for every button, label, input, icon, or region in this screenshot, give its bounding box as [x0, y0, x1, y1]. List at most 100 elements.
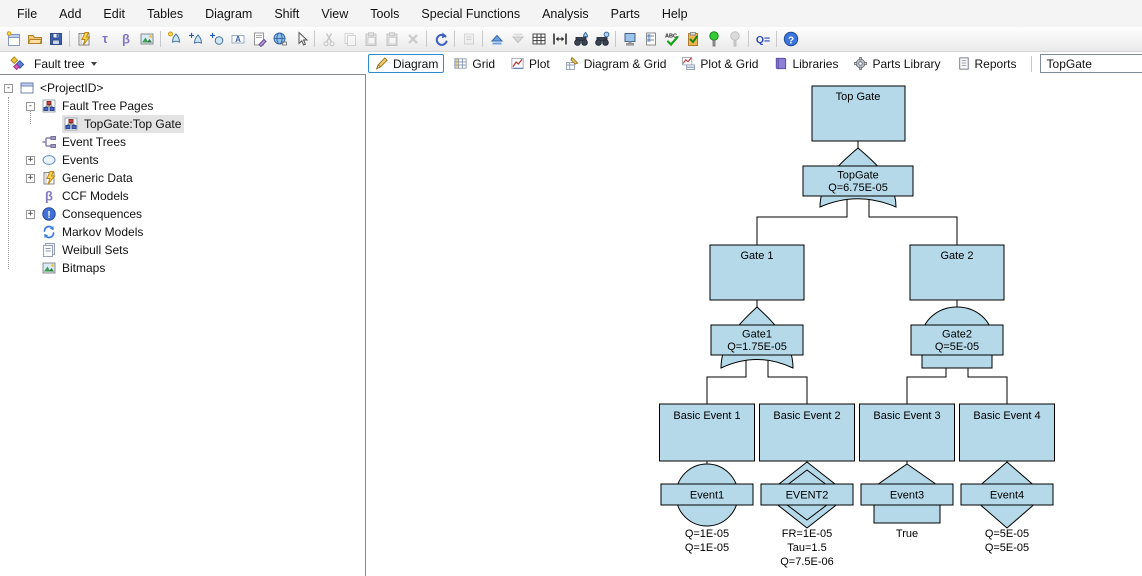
tree-item-weibull-sets[interactable]: Weibull Sets: [0, 241, 365, 259]
new-document-button[interactable]: [3, 28, 24, 50]
grid-button[interactable]: [528, 28, 549, 50]
page-selector-value: TopGate: [1047, 57, 1092, 71]
beta-button[interactable]: β: [115, 28, 136, 50]
menu-file[interactable]: File: [6, 2, 48, 26]
hyperlink-button[interactable]: [269, 28, 290, 50]
event-result-text: Q=7.5E-06: [780, 556, 834, 568]
tree-item-event-trees[interactable]: Event Trees: [0, 133, 365, 151]
tab-diagram[interactable]: Diagram: [368, 54, 444, 73]
toolbar: τβ ++ A ABC Q=?: [0, 27, 1142, 52]
open-project-button[interactable]: [24, 28, 45, 50]
status-green-button[interactable]: [703, 28, 724, 50]
fault-tree-diagram[interactable]: Top GateTopGateQ=6.75E-05Gate 1Gate1Q=1.…: [366, 75, 1142, 576]
move-down-button[interactable]: [507, 28, 528, 50]
tree-item-bitmaps[interactable]: Bitmaps: [0, 259, 365, 277]
menu-parts[interactable]: Parts: [600, 2, 651, 26]
tab-plot[interactable]: Plot: [504, 54, 556, 73]
expand-toggle[interactable]: +: [26, 156, 35, 165]
add-gate-special-button[interactable]: [164, 28, 185, 50]
add-event-button[interactable]: +: [206, 28, 227, 50]
add-text-button[interactable]: A: [227, 28, 248, 50]
tree-item-label: CCF Models: [62, 189, 129, 203]
expand-toggle[interactable]: +: [26, 210, 35, 219]
add-gate-button[interactable]: +: [185, 28, 206, 50]
tree-item-consequences[interactable]: +!Consequences: [0, 205, 365, 223]
toolbar-separator: [314, 31, 315, 47]
tab-label: Parts Library: [872, 57, 940, 71]
menu-shift[interactable]: Shift: [263, 2, 310, 26]
report-options-button[interactable]: [640, 28, 661, 50]
paste-button[interactable]: [360, 28, 381, 50]
tab-grid[interactable]: Grid: [447, 54, 501, 73]
save-button[interactable]: [45, 28, 66, 50]
verification-button[interactable]: [682, 28, 703, 50]
tree-item-fault-tree-pages[interactable]: -Fault Tree Pages: [0, 97, 365, 115]
hyperlink-icon: [272, 31, 288, 47]
spell-check-button[interactable]: ABC: [661, 28, 682, 50]
tab-parts-library[interactable]: Parts Library: [847, 54, 946, 73]
page-label-top-gate: Top Gate: [836, 91, 881, 103]
menu-add[interactable]: Add: [48, 2, 92, 26]
tree-item-ccf-models[interactable]: β CCF Models: [0, 187, 365, 205]
toolbar-separator: [160, 31, 161, 47]
weibull-icon: [40, 242, 58, 258]
collapse-toggle[interactable]: -: [26, 102, 35, 111]
tau-button[interactable]: τ: [94, 28, 115, 50]
fit-width-button[interactable]: [549, 28, 570, 50]
menu-diagram[interactable]: Diagram: [194, 2, 263, 26]
menu-help[interactable]: Help: [651, 2, 699, 26]
plot-grid-tab-icon: [681, 56, 696, 71]
tree-item-projectid[interactable]: -<ProjectID>: [0, 79, 365, 97]
page-selector[interactable]: TopGate: [1040, 54, 1142, 73]
properties-button[interactable]: [458, 28, 479, 50]
tree-item-generic-data[interactable]: +Generic Data: [0, 169, 365, 187]
pointer-button[interactable]: [290, 28, 311, 50]
tree-item-label: Events: [62, 153, 99, 167]
analysis-options-button[interactable]: [619, 28, 640, 50]
tree-guide: [30, 111, 31, 124]
tab-label: Plot & Grid: [700, 57, 758, 71]
bitmap-button[interactable]: [136, 28, 157, 50]
copy-button[interactable]: [339, 28, 360, 50]
move-up-button[interactable]: [486, 28, 507, 50]
tree-item-markov-models[interactable]: Markov Models: [0, 223, 365, 241]
tab-label: Diagram & Grid: [584, 57, 667, 71]
view-bar: Fault tree DiagramGridPlot Diagram & Grid…: [0, 52, 1142, 75]
transfer-page-icon: [251, 31, 267, 47]
svg-text:β: β: [45, 189, 53, 204]
delete-button[interactable]: [402, 28, 423, 50]
calculate-q-button[interactable]: Q=: [752, 28, 773, 50]
generic-data-editor-button[interactable]: [73, 28, 94, 50]
menu-edit[interactable]: Edit: [92, 2, 136, 26]
tree-item-body: β CCF Models: [40, 187, 132, 205]
expand-toggle[interactable]: +: [26, 174, 35, 183]
find-event-button[interactable]: [591, 28, 612, 50]
fault-tree-mode-button[interactable]: Fault tree: [0, 52, 105, 75]
find-gate-button[interactable]: [570, 28, 591, 50]
menu-view[interactable]: View: [310, 2, 359, 26]
menu-special-functions[interactable]: Special Functions: [410, 2, 531, 26]
tree-item-topgate-top-gate[interactable]: TopGate:Top Gate: [0, 115, 365, 133]
cut-button[interactable]: [318, 28, 339, 50]
paste-special-button[interactable]: [381, 28, 402, 50]
help-button[interactable]: ?: [780, 28, 801, 50]
menu-tables[interactable]: Tables: [136, 2, 194, 26]
undo-button[interactable]: [430, 28, 451, 50]
status-gray-button[interactable]: [724, 28, 745, 50]
menu-tools[interactable]: Tools: [359, 2, 410, 26]
menu-analysis[interactable]: Analysis: [531, 2, 600, 26]
svg-text:+: +: [209, 31, 215, 42]
diagram-canvas[interactable]: Top GateTopGateQ=6.75E-05Gate 1Gate1Q=1.…: [366, 75, 1142, 576]
svg-text:Q=: Q=: [755, 34, 769, 46]
collapse-toggle[interactable]: -: [4, 84, 13, 93]
tab-plot-grid[interactable]: Plot & Grid: [675, 54, 764, 73]
tab-diagram-grid[interactable]: Diagram & Grid: [559, 54, 673, 73]
gate-name-gate2: Gate2: [942, 329, 972, 341]
transfer-page-button[interactable]: [248, 28, 269, 50]
tab-reports[interactable]: Reports: [950, 54, 1023, 73]
tree-item-events[interactable]: + Events: [0, 151, 365, 169]
beta-icon: β: [41, 188, 57, 204]
application-window: FileAddEditTablesDiagramShiftViewToolsSp…: [0, 0, 1142, 576]
add-gate-special-icon: [167, 31, 183, 47]
tab-libraries[interactable]: Libraries: [767, 54, 844, 73]
